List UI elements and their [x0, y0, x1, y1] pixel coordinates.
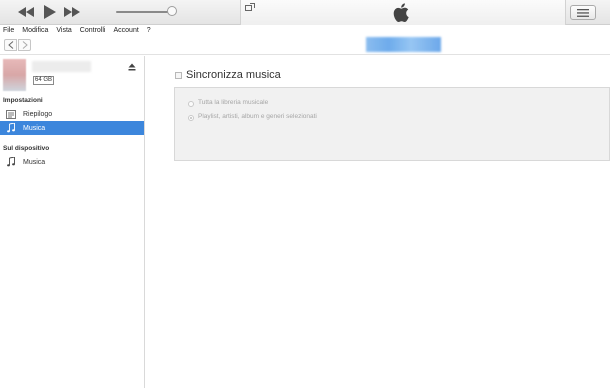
menu-controlli[interactable]: Controlli [80, 27, 106, 34]
sidebar-item-label: Riepilogo [23, 110, 53, 118]
on-device-section-label: Sul dispositivo [3, 145, 50, 152]
navigation-bar [0, 36, 610, 55]
rewind-button[interactable] [16, 4, 36, 20]
menu-modifica[interactable]: Modifica [22, 27, 48, 34]
music-note-icon [6, 157, 16, 167]
entire-library-radio[interactable] [188, 101, 194, 107]
sidebar-item-label: Musica [23, 158, 46, 166]
settings-section-label: Impostazioni [3, 97, 43, 104]
device-button[interactable] [366, 37, 441, 52]
sidebar-item-musica[interactable]: Musica [0, 121, 144, 135]
eject-icon[interactable] [128, 63, 136, 71]
miniplayer-icon[interactable] [245, 3, 255, 11]
summary-icon [6, 109, 16, 119]
selected-items-radio[interactable] [188, 115, 194, 121]
menu-bar: File Modifica Vista Controlli Account ? [0, 25, 610, 36]
apple-logo [393, 3, 409, 22]
menu-account[interactable]: Account [113, 27, 138, 34]
selected-items-label: Playlist, artisti, album e generi selezi… [198, 113, 317, 120]
player-toolbar [0, 0, 610, 25]
entire-library-label: Tutta la libreria musicale [198, 99, 269, 106]
chevron-left-icon [7, 41, 13, 49]
play-icon [43, 5, 56, 19]
play-button[interactable] [41, 4, 57, 20]
main-panel: Sincronizza musica Tutta la libreria mus… [145, 56, 610, 388]
device-capacity-badge: 64 GB [33, 76, 55, 85]
chevron-right-icon [22, 41, 28, 49]
sync-music-checkbox[interactable] [175, 72, 182, 79]
menu-file[interactable]: File [3, 27, 14, 34]
menu-vista[interactable]: Vista [56, 27, 71, 34]
music-note-icon [6, 123, 16, 133]
fast-forward-button[interactable] [62, 4, 82, 20]
sidebar-item-device-musica[interactable]: Musica [0, 155, 144, 169]
sidebar-item-riepilogo[interactable]: Riepilogo [0, 107, 144, 121]
sync-music-title: Sincronizza musica [186, 69, 281, 81]
back-button[interactable] [4, 39, 17, 51]
menu-help[interactable]: ? [147, 27, 151, 34]
rewind-icon [18, 7, 34, 17]
list-view-icon [577, 8, 589, 17]
fast-forward-icon [64, 7, 80, 17]
sync-options-panel: Tutta la libreria musicale Playlist, art… [174, 87, 610, 161]
list-view-button[interactable] [570, 5, 596, 20]
volume-knob[interactable] [167, 6, 177, 16]
forward-button[interactable] [18, 39, 31, 51]
sidebar-item-label: Musica [23, 124, 46, 132]
device-name [32, 61, 91, 72]
device-thumbnail [3, 59, 26, 91]
sidebar: 64 GB Impostazioni Riepilogo Musica Sul … [0, 56, 145, 388]
volume-slider[interactable] [116, 11, 172, 13]
